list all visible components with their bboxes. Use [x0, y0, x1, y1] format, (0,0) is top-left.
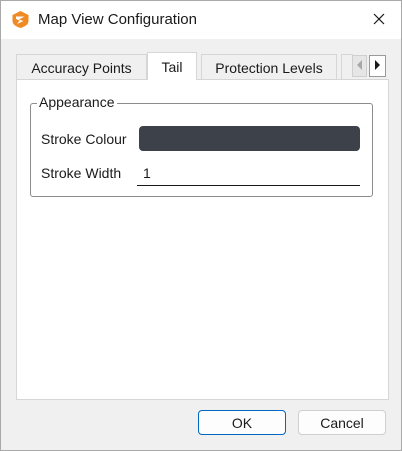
- tab-scroll-left-button[interactable]: [352, 55, 367, 77]
- tab-accuracy-points[interactable]: Accuracy Points: [16, 54, 147, 80]
- title-bar[interactable]: Map View Configuration: [1, 1, 401, 39]
- tab-label: Protection Levels: [215, 59, 323, 76]
- stroke-width-input[interactable]: [137, 161, 360, 186]
- tab-tail[interactable]: Tail: [147, 52, 197, 80]
- cancel-button[interactable]: Cancel: [298, 410, 386, 435]
- window-title: Map View Configuration: [38, 11, 197, 28]
- ok-button-label: OK: [231, 414, 253, 431]
- chevron-right-icon: [374, 58, 381, 74]
- stroke-colour-label: Stroke Colour: [41, 131, 127, 147]
- tab-scroll-right-button[interactable]: [369, 55, 386, 77]
- appearance-groupbox: Appearance Stroke Colour Stroke Width: [30, 94, 373, 197]
- appearance-group-title: Appearance: [37, 94, 117, 110]
- tab-label: Accuracy Points: [31, 59, 132, 76]
- tab-protection-levels[interactable]: Protection Levels: [201, 54, 337, 80]
- chevron-left-icon: [356, 58, 363, 74]
- tab-label: Tail: [161, 58, 183, 75]
- app-logo-icon: [11, 10, 30, 29]
- ok-button[interactable]: OK: [198, 410, 286, 435]
- stroke-colour-picker[interactable]: [139, 126, 360, 151]
- dialog-window: Map View Configuration Accuracy Points T…: [0, 0, 402, 451]
- close-icon: [373, 12, 385, 28]
- close-button[interactable]: [357, 1, 401, 39]
- stroke-width-label: Stroke Width: [41, 165, 122, 181]
- tab-bar: Accuracy Points Tail Protection Levels: [16, 52, 401, 80]
- cancel-button-label: Cancel: [320, 414, 364, 431]
- tab-panel-tail: Appearance Stroke Colour Stroke Width: [16, 79, 389, 400]
